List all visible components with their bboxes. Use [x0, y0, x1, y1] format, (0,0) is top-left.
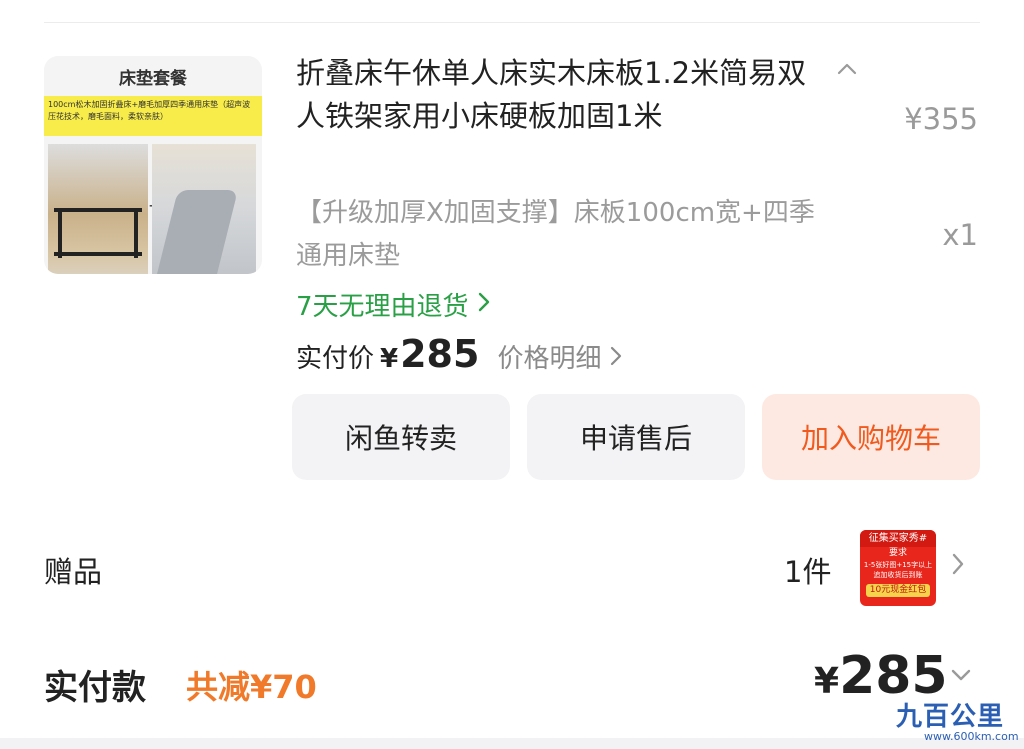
gift-count: 1件	[784, 555, 832, 589]
paid-price-line: 实付价 ¥ 285 价格明细	[296, 332, 623, 380]
chevron-right-icon[interactable]	[950, 551, 966, 584]
add-to-cart-button[interactable]: 加入购物车	[762, 394, 980, 480]
gift-image-coupon: 10元现金红包	[866, 584, 930, 597]
paid-price-label: 实付价	[296, 344, 375, 374]
mattress-photo	[152, 144, 256, 274]
chevron-right-icon[interactable]	[609, 345, 623, 373]
gift-image-line3: 追加收货后到账	[873, 571, 923, 579]
total-currency: ¥	[814, 661, 840, 702]
resell-button[interactable]: 闲鱼转卖	[292, 394, 510, 480]
bottom-strip	[0, 738, 1024, 749]
thumbnail-banner: 100cm松木加固折叠床+磨毛加厚四季通用床垫（超声波压花技术，磨毛面料，柔软亲…	[44, 96, 262, 136]
gift-image-line2: 1-5张好图+15字以上	[863, 561, 933, 569]
after-sale-button[interactable]: 申请售后	[527, 394, 745, 480]
watermark-url: www.600km.com	[924, 730, 1019, 743]
watermark: 九百公里 www.600km.com	[896, 696, 1022, 746]
gift-image-top: 征集买家秀#	[860, 530, 936, 547]
total-paid-label: 实付款	[44, 668, 146, 708]
total-discount: 共减¥70	[186, 668, 317, 706]
thumbnail-title: 床垫套餐	[119, 69, 187, 89]
chevron-up-icon[interactable]	[832, 56, 862, 86]
folding-bed-photo	[48, 144, 148, 274]
paid-currency: ¥	[380, 344, 399, 374]
product-thumbnail[interactable]: 床垫套餐 100cm松木加固折叠床+磨毛加厚四季通用床垫（超声波压花技术，磨毛面…	[44, 56, 262, 274]
original-price: ¥355	[904, 102, 978, 136]
price-detail-link[interactable]: 价格明细	[497, 338, 601, 375]
chevron-down-icon[interactable]	[948, 662, 974, 695]
watermark-logo: 九百公里	[896, 702, 1005, 732]
return-policy-text: 7天无理由退货	[296, 292, 469, 322]
product-spec: 【升级加厚X加固支撑】床板100cm宽+四季通用床垫	[296, 198, 815, 271]
return-policy-link[interactable]: 7天无理由退货	[296, 286, 491, 323]
paid-amount: 285	[400, 332, 480, 376]
gift-image-line1: 要求	[888, 548, 907, 558]
top-divider	[44, 22, 980, 23]
gift-thumbnail[interactable]: 征集买家秀# 要求 1-5张好图+15字以上 追加收货后到账 10元现金红包	[860, 530, 936, 606]
gift-label: 赠品	[44, 555, 103, 589]
quantity: x1	[942, 218, 978, 252]
product-title[interactable]: 折叠床午休单人床实木床板1.2米简易双人铁架家用小床硬板加固1米	[296, 52, 826, 138]
chevron-right-icon	[477, 291, 491, 319]
